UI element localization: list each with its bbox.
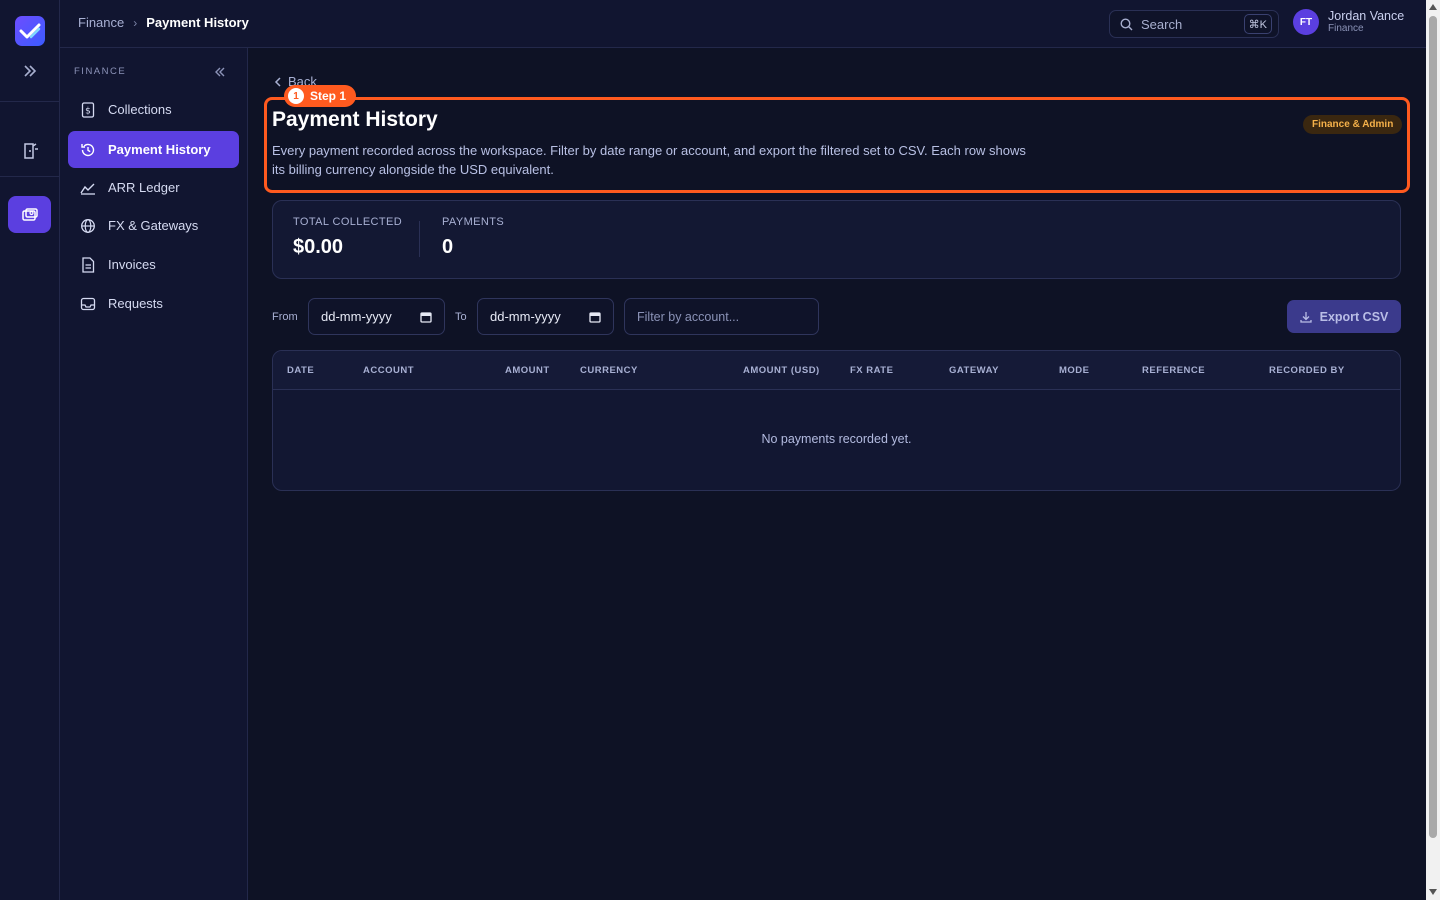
- sidebar-item-requests[interactable]: Requests: [68, 285, 239, 322]
- page-title: Payment History: [272, 108, 438, 131]
- history-icon: [80, 142, 96, 158]
- breadcrumb-current: Payment History: [146, 15, 249, 30]
- stat-value: 0: [442, 236, 454, 258]
- area-chart-icon: [80, 180, 96, 196]
- stat-payments: PAYMENTS 0: [442, 216, 504, 259]
- from-date-value: dd-mm-yyyy: [321, 309, 392, 324]
- sidebar-item-label: Payment History: [108, 142, 211, 157]
- column-header[interactable]: AMOUNT (USD): [743, 365, 820, 376]
- column-header[interactable]: AMOUNT: [505, 365, 550, 376]
- tour-step-badge: 1 Step 1: [284, 85, 357, 107]
- rail-payments-icon[interactable]: [8, 196, 51, 233]
- sidebar-item-label: Collections: [108, 102, 172, 117]
- sidebar-item-invoices[interactable]: Invoices: [68, 246, 239, 283]
- chevron-left-icon: [274, 76, 281, 87]
- expand-rail-icon[interactable]: [20, 61, 40, 81]
- search-box[interactable]: Search ⌘K: [1109, 10, 1279, 38]
- app-logo-icon[interactable]: [15, 16, 45, 46]
- scroll-down-arrow-icon[interactable]: [1429, 889, 1437, 895]
- sidebar: FINANCE $ Collections Payment History AR…: [60, 48, 248, 900]
- sidebar-item-arr-ledger[interactable]: ARR Ledger: [68, 169, 239, 206]
- sidebar-item-payment-history[interactable]: Payment History: [68, 131, 239, 168]
- to-date-value: dd-mm-yyyy: [490, 309, 561, 324]
- page-description: Every payment recorded across the worksp…: [272, 143, 1026, 177]
- document-icon: [80, 256, 96, 273]
- rail-divider: [0, 101, 60, 102]
- breadcrumb-chevron-icon: ›: [133, 15, 138, 30]
- sidebar-section-title: FINANCE: [74, 66, 127, 77]
- sidebar-item-fx-gateways[interactable]: FX & Gateways: [68, 207, 239, 244]
- top-bar: Finance › Payment History Search ⌘K FT J…: [60, 0, 1426, 48]
- sidebar-item-collections[interactable]: $ Collections: [68, 91, 239, 128]
- icon-rail: [0, 0, 60, 900]
- empty-state-message: No payments recorded yet.: [761, 432, 912, 446]
- account-filter-input[interactable]: [624, 298, 819, 335]
- step-label: Step 1: [310, 89, 347, 103]
- sidebar-item-label: Invoices: [108, 257, 156, 272]
- dollar-receipt-icon: $: [80, 101, 96, 118]
- breadcrumb-parent[interactable]: Finance: [78, 15, 124, 30]
- calendar-icon[interactable]: [420, 311, 432, 323]
- column-header[interactable]: ACCOUNT: [363, 365, 414, 376]
- scrollbar-thumb[interactable]: [1429, 16, 1437, 838]
- user-name: Jordan Vance: [1328, 9, 1405, 23]
- payments-table: DATE ACCOUNT AMOUNT CURRENCY AMOUNT (USD…: [272, 350, 1401, 491]
- inbox-icon: [80, 296, 96, 312]
- summary-stats-card: TOTAL COLLECTED $0.00 PAYMENTS 0: [272, 200, 1401, 279]
- column-header[interactable]: RECORDED BY: [1269, 365, 1345, 376]
- search-shortcut: ⌘K: [1243, 14, 1272, 34]
- sidebar-item-label: Requests: [108, 296, 163, 311]
- step-number: 1: [288, 88, 304, 104]
- avatar: FT: [1293, 9, 1319, 35]
- column-header[interactable]: MODE: [1059, 365, 1090, 376]
- breadcrumb: Finance › Payment History: [78, 15, 249, 30]
- collapse-sidebar-icon[interactable]: [212, 64, 228, 80]
- filter-bar: From dd-mm-yyyy To dd-mm-yyyy Export CSV: [272, 298, 1401, 335]
- stat-label: TOTAL COLLECTED: [293, 216, 403, 228]
- calendar-icon[interactable]: [589, 311, 601, 323]
- search-icon: [1120, 17, 1133, 30]
- main-content: Back 1 Step 1 Payment History Every paym…: [248, 48, 1426, 900]
- rail-divider: [0, 176, 60, 177]
- to-date-input[interactable]: dd-mm-yyyy: [477, 298, 614, 335]
- sidebar-item-label: ARR Ledger: [108, 180, 180, 195]
- svg-text:$: $: [85, 106, 91, 116]
- column-header[interactable]: CURRENCY: [580, 365, 638, 376]
- scroll-up-arrow-icon[interactable]: [1429, 4, 1437, 10]
- column-header[interactable]: DATE: [287, 365, 314, 376]
- export-label: Export CSV: [1319, 309, 1389, 324]
- search-label: Search: [1141, 16, 1183, 32]
- to-label: To: [455, 311, 467, 323]
- from-date-input[interactable]: dd-mm-yyyy: [308, 298, 445, 335]
- export-csv-button[interactable]: Export CSV: [1287, 300, 1401, 333]
- rail-exit-icon[interactable]: [8, 132, 51, 169]
- sidebar-item-label: FX & Gateways: [108, 218, 199, 233]
- column-header[interactable]: FX RATE: [850, 365, 893, 376]
- stat-total-collected: TOTAL COLLECTED $0.00: [293, 216, 402, 259]
- column-header[interactable]: GATEWAY: [949, 365, 999, 376]
- stat-divider: [419, 221, 420, 257]
- table-header: DATE ACCOUNT AMOUNT CURRENCY AMOUNT (USD…: [273, 351, 1400, 390]
- globe-icon: [80, 218, 96, 234]
- role-badge: Finance & Admin: [1303, 115, 1403, 134]
- from-label: From: [272, 311, 298, 323]
- stat-value: $0.00: [293, 236, 344, 258]
- download-icon: [1299, 311, 1312, 323]
- column-header[interactable]: REFERENCE: [1142, 365, 1205, 376]
- stat-label: PAYMENTS: [442, 216, 505, 228]
- user-menu[interactable]: FT Jordan Vance Finance: [1293, 9, 1404, 35]
- user-role: Finance: [1328, 23, 1364, 34]
- scrollbar[interactable]: [1426, 0, 1440, 900]
